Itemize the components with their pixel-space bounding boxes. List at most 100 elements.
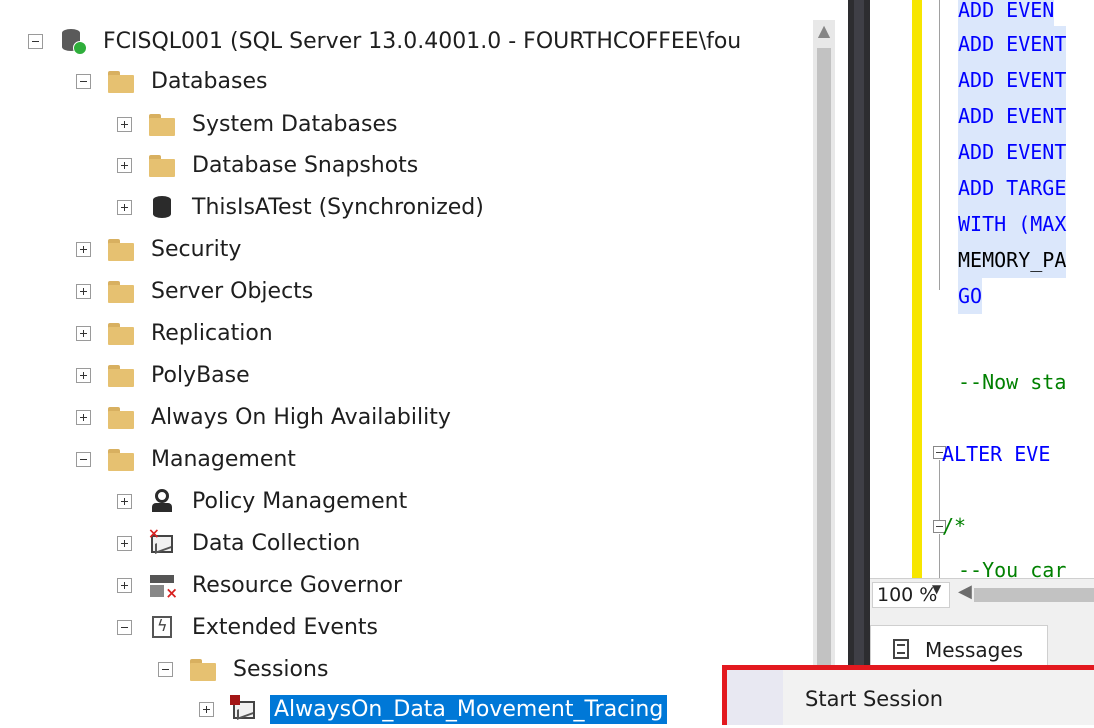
tree-node-label: AlwaysOn_Data_Movement_Tracing <box>270 694 668 724</box>
tree-node-sessions[interactable]: Sessions <box>158 648 332 690</box>
code-line: ADD EVEN <box>958 0 1055 28</box>
tree-node-security[interactable]: Security <box>76 228 245 270</box>
tree-node-label: Database Snapshots <box>192 152 419 178</box>
code-line: ADD EVENT <box>958 62 1067 98</box>
tree-node-label: Sessions <box>233 656 329 682</box>
error-x-icon: × <box>148 526 160 542</box>
fold-guide <box>939 0 940 290</box>
tree-node-label: Always On High Availability <box>151 404 451 430</box>
expand-toggle[interactable] <box>199 701 214 717</box>
pane-splitter[interactable] <box>848 0 870 725</box>
tree-node-server-objects[interactable]: Server Objects <box>76 270 317 312</box>
code-line: ADD EVENT <box>958 26 1067 62</box>
server-icon <box>59 27 87 55</box>
folder-icon <box>107 445 135 473</box>
change-tracking-bar <box>912 0 922 420</box>
error-x-icon: × <box>165 584 178 602</box>
tree-node-thisisatest[interactable]: ThisIsATest (Synchronized) <box>117 186 488 228</box>
tree-node-label: Extended Events <box>192 614 378 640</box>
extended-events-icon <box>148 613 176 641</box>
tree-node-label: Resource Governor <box>192 572 403 598</box>
folder-icon <box>148 110 176 138</box>
scrollbar-thumb[interactable] <box>817 48 831 725</box>
tree-node-data-collection[interactable]: × Data Collection <box>117 522 364 564</box>
collapse-toggle[interactable] <box>158 661 173 677</box>
expand-toggle[interactable] <box>117 535 132 551</box>
scroll-up-arrow-icon[interactable]: ▲ <box>813 20 835 42</box>
menu-item-start-session[interactable]: Start Session <box>805 670 943 725</box>
chevron-down-icon[interactable]: ▼ <box>932 582 941 596</box>
fold-guide <box>939 460 940 520</box>
horizontal-scrollbar-thumb[interactable] <box>974 588 1094 602</box>
tree-node-always-on[interactable]: Always On High Availability <box>76 396 455 438</box>
scroll-left-arrow-icon[interactable]: ◀ <box>958 581 972 602</box>
tree-node-databases[interactable]: Databases <box>76 60 271 102</box>
fold-guide <box>939 534 940 584</box>
tree-node-replication[interactable]: Replication <box>76 312 277 354</box>
tab-label: Messages <box>925 638 1024 662</box>
zoom-value: 100 % <box>877 584 938 606</box>
code-line: WITH (MAX <box>958 206 1067 242</box>
expand-toggle[interactable] <box>76 325 91 341</box>
expand-toggle[interactable] <box>76 241 91 257</box>
tree-node-label: PolyBase <box>151 362 250 388</box>
collapse-toggle[interactable] <box>28 33 43 49</box>
tree-node-system-databases[interactable]: System Databases <box>117 103 401 145</box>
tree-node-label: System Databases <box>192 111 398 137</box>
code-line: ALTER EVE <box>942 442 1051 466</box>
expand-toggle[interactable] <box>117 493 132 509</box>
policy-icon <box>148 487 176 515</box>
tree-node-resource-governor[interactable]: × Resource Governor <box>117 564 406 606</box>
tree-node-alwayson-session[interactable]: AlwaysOn_Data_Movement_Tracing <box>199 688 668 725</box>
code-line: ADD EVENT <box>958 98 1067 134</box>
tree-node-policy-management[interactable]: Policy Management <box>117 480 411 522</box>
expand-toggle[interactable] <box>117 577 132 593</box>
tree-node-label: ThisIsATest (Synchronized) <box>192 194 484 220</box>
resource-governor-icon: × <box>148 571 178 602</box>
tree-node-label: Server Objects <box>151 278 314 304</box>
change-tracking-bar <box>912 420 922 595</box>
tree-node-label: FCISQL001 (SQL Server 13.0.4001.0 - FOUR… <box>103 28 742 54</box>
folder-icon <box>107 361 135 389</box>
editor-gutter <box>870 0 914 595</box>
expand-toggle[interactable] <box>117 157 132 173</box>
tree-node-extended-events[interactable]: Extended Events <box>117 606 382 648</box>
tree-node-label: Databases <box>151 68 268 94</box>
vertical-scrollbar[interactable]: ▲ <box>813 20 835 725</box>
tree-node-label: Data Collection <box>192 530 361 556</box>
tree-node-database-snapshots[interactable]: Database Snapshots <box>117 144 422 186</box>
tree-node-server[interactable]: FCISQL001 (SQL Server 13.0.4001.0 - FOUR… <box>28 20 745 62</box>
data-collection-icon: × <box>148 526 176 557</box>
object-explorer: FCISQL001 (SQL Server 13.0.4001.0 - FOUR… <box>0 0 848 725</box>
folder-icon <box>107 277 135 305</box>
tree-node-label: Security <box>151 236 242 262</box>
collapse-toggle[interactable] <box>76 73 91 89</box>
folder-icon <box>107 67 135 95</box>
folder-icon <box>189 655 217 683</box>
context-menu: Start Session <box>722 665 1094 725</box>
tree-node-polybase[interactable]: PolyBase <box>76 354 254 396</box>
stopped-indicator-icon <box>230 695 240 705</box>
session-icon <box>230 695 258 723</box>
expand-toggle[interactable] <box>76 367 91 383</box>
code-line: ADD EVENT <box>958 134 1067 170</box>
tree-node-label: Replication <box>151 320 273 346</box>
folder-icon <box>107 319 135 347</box>
editor-status-row: 100 % ▼ ◀ <box>870 578 1094 612</box>
expand-toggle[interactable] <box>117 199 132 215</box>
collapse-toggle[interactable] <box>76 451 91 467</box>
expand-toggle[interactable] <box>76 283 91 299</box>
expand-toggle[interactable] <box>76 409 91 425</box>
expand-toggle[interactable] <box>117 116 132 132</box>
code-line: /* <box>942 514 967 538</box>
code-line: ADD TARGE <box>958 170 1067 206</box>
tree-node-label: Management <box>151 446 296 472</box>
folder-icon <box>107 235 135 263</box>
tree-node-label: Policy Management <box>192 488 408 514</box>
menu-icon-gutter <box>727 670 783 725</box>
folder-icon <box>107 403 135 431</box>
code-line: --Now sta <box>958 370 1067 394</box>
collapse-toggle[interactable] <box>117 619 132 635</box>
database-icon <box>148 193 176 221</box>
tree-node-management[interactable]: Management <box>76 438 300 480</box>
